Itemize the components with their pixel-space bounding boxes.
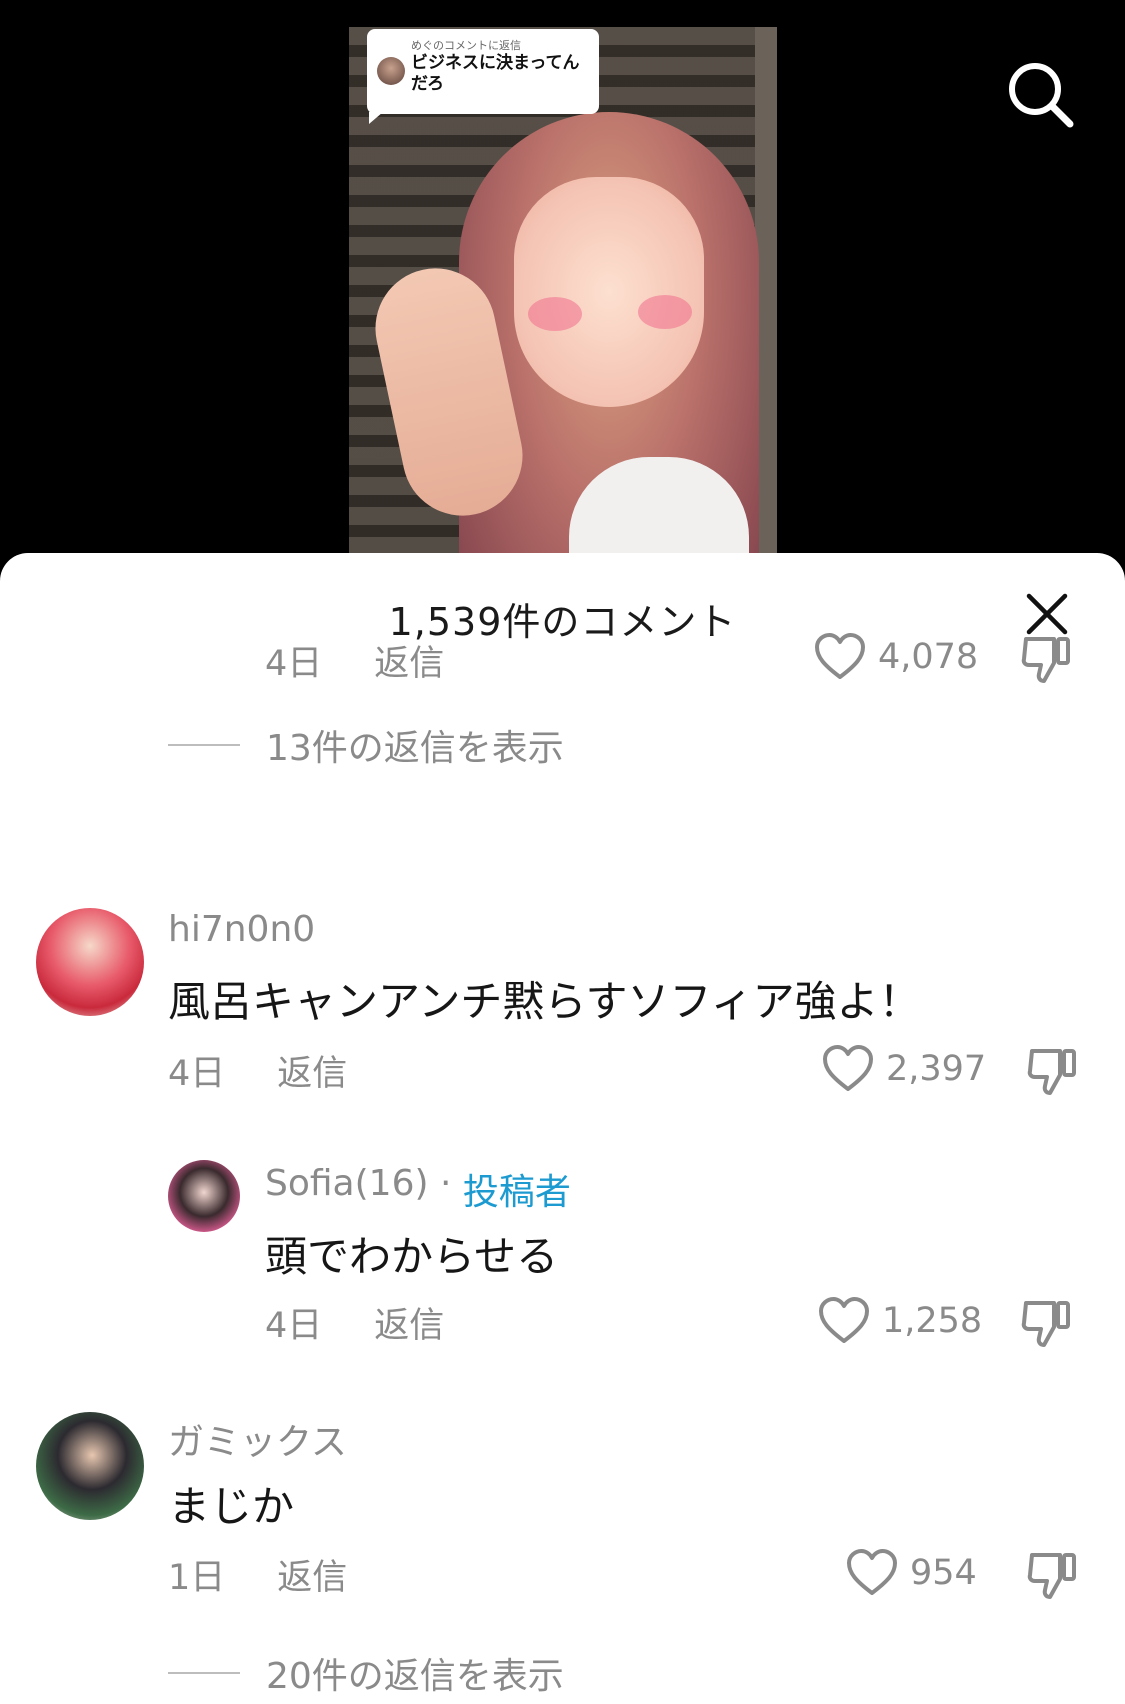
dislike-icon[interactable] <box>1020 1297 1072 1349</box>
heart-icon <box>819 1297 869 1343</box>
comment-time: 4日 <box>168 1053 226 1094</box>
bubble-avatar <box>377 57 405 85</box>
view-replies-divider <box>168 1672 240 1674</box>
video-player[interactable]: めぐのコメントに返信 ビジネスに決まってんだろ <box>0 0 1125 607</box>
comment-username[interactable]: Sofia(16) <box>265 1163 429 1215</box>
avatar[interactable] <box>168 1160 240 1232</box>
person-face <box>514 177 704 407</box>
heart-icon <box>815 633 865 679</box>
comment-time: 4日 <box>265 643 323 684</box>
close-icon[interactable] <box>1025 592 1069 636</box>
comment-text: 風呂キャンアンチ黙らすソフィア強よ！ <box>168 977 921 1026</box>
view-replies-label: 20件の返信を表示 <box>266 1656 564 1697</box>
heart-icon <box>847 1549 897 1595</box>
comment-time: 1日 <box>168 1557 226 1598</box>
reply-button[interactable]: 返信 <box>277 1045 347 1096</box>
view-replies-label: 13件の返信を表示 <box>266 728 564 769</box>
like-button[interactable]: 2,397 <box>822 1045 986 1093</box>
reply-username-row: Sofia(16) · 投稿者 <box>265 1163 571 1215</box>
like-count: 4,078 <box>878 637 979 677</box>
reply-button[interactable]: 返信 <box>277 1549 347 1600</box>
comment-meta-row: 4日 返信 <box>168 1045 347 1095</box>
like-button[interactable]: 1,258 <box>818 1297 982 1345</box>
view-replies-button[interactable]: 20件の返信を表示 <box>168 1647 564 1699</box>
dislike-icon[interactable] <box>1026 1549 1078 1601</box>
like-count: 1,258 <box>882 1301 983 1341</box>
search-icon[interactable] <box>1004 58 1076 130</box>
like-count: 954 <box>910 1553 977 1593</box>
like-button[interactable]: 4,078 <box>814 633 978 681</box>
dislike-icon[interactable] <box>1026 1045 1078 1097</box>
comment-meta-row: 4日 返信 <box>265 635 444 685</box>
comment-username[interactable]: hi7n0n0 <box>168 909 315 950</box>
username-separator: · <box>428 1163 463 1204</box>
dislike-icon[interactable] <box>1020 633 1072 685</box>
avatar[interactable] <box>36 1412 144 1520</box>
author-badge: 投稿者 <box>462 1172 571 1213</box>
like-count: 2,397 <box>886 1049 987 1089</box>
comment-meta-row: 4日 返信 <box>265 1297 444 1347</box>
bubble-comment-text: ビジネスに決まってんだろ <box>411 53 580 94</box>
reply-button[interactable]: 返信 <box>374 635 444 686</box>
view-replies-button[interactable]: 13件の返信を表示 <box>168 719 564 771</box>
video-thumbnail[interactable] <box>349 27 777 607</box>
comment-text: まじか <box>168 1482 295 1531</box>
cheek-left <box>528 297 582 331</box>
cheek-right <box>638 295 692 329</box>
comment-meta-row: 1日 返信 <box>168 1549 347 1599</box>
comment-time: 4日 <box>265 1305 323 1346</box>
reply-to-comment-bubble[interactable]: めぐのコメントに返信 ビジネスに決まってんだろ <box>367 29 599 124</box>
comments-sheet: 1,539件のコメント 4日 返信 4,078 13件の返信を表示 hi7n0n… <box>0 553 1125 1704</box>
comment-text: 頭でわからせる <box>265 1232 559 1281</box>
avatar[interactable] <box>36 908 144 1016</box>
view-replies-divider <box>168 744 240 746</box>
bubble-reply-source: めぐのコメントに返信 <box>411 39 521 52</box>
comment-username[interactable]: ガミックス <box>168 1413 347 1465</box>
reply-button[interactable]: 返信 <box>374 1297 444 1348</box>
like-button[interactable]: 954 <box>846 1549 977 1597</box>
heart-icon <box>823 1045 873 1091</box>
